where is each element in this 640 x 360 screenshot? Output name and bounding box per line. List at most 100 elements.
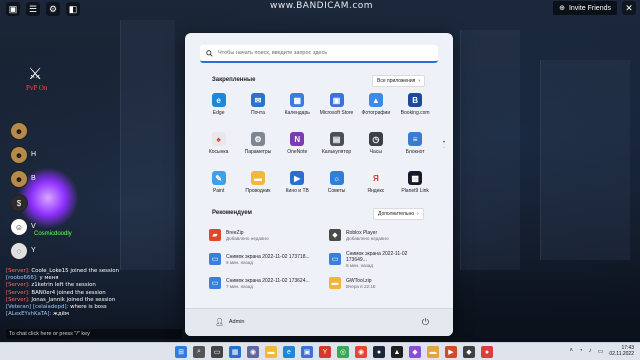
pinned-app[interactable]: ▲ Фотографии xyxy=(356,93,395,126)
chat-message: у меня xyxy=(39,275,59,282)
pinned-app[interactable]: N OneNote xyxy=(278,132,317,165)
pinned-app-label: Календарь xyxy=(284,110,310,116)
chat-line: [roobo666]: у меня xyxy=(6,275,182,282)
all-apps-button[interactable]: Все приложения › xyxy=(372,75,426,87)
vpn-icon[interactable]: ◆ xyxy=(409,346,421,358)
taskbar-apps: ⊞ ⌕ ▭ ▦ ◉ ▬ e ▣ Y ◎ ◉ ● ▲ ◆ ▬ ▶ ◆ ● xyxy=(175,346,493,358)
clock[interactable]: 17:43 02.11.2022 xyxy=(609,345,634,357)
notepad-icon: ≡ xyxy=(408,132,423,146)
chat-log: [Server]: Coole_Loke15 joined the sessio… xyxy=(6,268,182,318)
ability-slot[interactable]: ☻ H xyxy=(10,146,36,164)
ability-key: V xyxy=(31,223,36,230)
player-nametag: Cosmicdoodly xyxy=(34,231,72,237)
epic-icon[interactable]: ▲ xyxy=(391,346,403,358)
pinned-app[interactable]: ◷ Часы xyxy=(356,132,395,165)
start-icon[interactable]: ⊞ xyxy=(175,346,187,358)
media-player-icon[interactable]: ▶ xyxy=(445,346,457,358)
money-icon[interactable]: $ xyxy=(10,194,28,212)
task-view-icon[interactable]: ▭ xyxy=(211,346,223,358)
chrome-icon[interactable]: ◎ xyxy=(337,346,349,358)
ability-slot[interactable]: ☻ xyxy=(10,122,28,140)
recommended-item[interactable]: ▭ Снимок экрана 2022-11-02 173649... 6 мин… xyxy=(329,251,429,268)
menu-icon[interactable]: ◧ xyxy=(66,2,80,16)
user-account-button[interactable]: 👤︎ Admin xyxy=(215,318,244,326)
chat-author: [Server]: xyxy=(6,282,30,289)
roblox-icon: ◆ xyxy=(329,229,341,241)
battery-icon[interactable]: ▭ xyxy=(598,348,604,355)
pinned-app[interactable]: ▬ Проводник xyxy=(238,171,277,204)
search-icon[interactable]: ⌕ xyxy=(193,346,205,358)
chevron-up-icon[interactable]: ˄ xyxy=(570,348,574,354)
system-tray: ˄ ◔ ♪ ▭ 17:43 02.11.2022 xyxy=(570,345,634,357)
wifi-icon[interactable]: ◔ xyxy=(579,348,583,354)
pinned-app-label: Калькулятор xyxy=(321,149,352,155)
recommended-item[interactable]: ▬ GWTool.zip Вчера в 22:18 xyxy=(329,275,429,291)
start-search-input[interactable]: Чтобы начать поиск, введите запрос здесь xyxy=(200,45,438,63)
ability-key: B xyxy=(31,175,36,182)
volume-icon[interactable]: ♪ xyxy=(589,348,592,354)
recommended-item[interactable]: ▭ Снимок экрана 2022-11-02 173624... 7 мин… xyxy=(209,275,329,291)
chevron-right-icon: › xyxy=(417,211,419,217)
recommended-text: Снимок экрана 2022-11-02 173649... 6 мин.… xyxy=(346,251,429,268)
tips-icon: ☼ xyxy=(329,171,344,185)
chat-author: [Server]: xyxy=(6,289,30,296)
roblox-icon[interactable]: ◆ xyxy=(463,346,475,358)
chat-line: [Server]: Coole_Loke15 joined the sessio… xyxy=(6,268,182,275)
store-icon[interactable]: ▣ xyxy=(301,346,313,358)
chat-author: [Veteran] [celaladepd]: xyxy=(6,304,69,311)
steam-icon[interactable]: ● xyxy=(373,346,385,358)
page-indicator[interactable]: • · xyxy=(443,140,445,151)
pvp-status: PvP On xyxy=(26,84,48,92)
search-icon xyxy=(206,49,213,57)
chat-line: [Server]: BAN0er4 joined the session xyxy=(6,290,182,297)
pinned-app[interactable]: ☼ Советы xyxy=(317,171,356,204)
pinned-app[interactable]: e Edge xyxy=(199,93,238,126)
pinned-app[interactable]: ✎ Paint xyxy=(199,171,238,204)
widgets-icon[interactable]: ▦ xyxy=(229,346,241,358)
image-file-icon: ▭ xyxy=(209,253,221,265)
recommended-name: Снимок экрана 2022-11-02 173718... xyxy=(226,253,310,260)
pinned-app[interactable]: Я Яндекс xyxy=(356,171,395,204)
bandicam-icon[interactable]: ● xyxy=(481,346,493,358)
power-icon[interactable]: ⏻ xyxy=(422,317,429,328)
recommended-item[interactable]: ▭ Снимок экрана 2022-11-02 173718... 6 мин… xyxy=(209,251,329,267)
chat-message: Coole_Loke15 joined the session xyxy=(31,268,119,274)
pinned-app[interactable]: ✉ Почта xyxy=(238,93,277,126)
yandex-icon[interactable]: Y xyxy=(319,346,331,358)
close-icon[interactable]: ✕ xyxy=(622,1,636,15)
breezip-icon: ▰ xyxy=(209,229,221,241)
paint-icon: ✎ xyxy=(211,171,226,185)
emote-icon[interactable]: ☺ V xyxy=(10,218,36,236)
roblox-menu-icon[interactable]: ▣ xyxy=(6,2,20,16)
ability-slot[interactable]: ◌ Y xyxy=(10,242,36,260)
folder-icon[interactable]: ▬ xyxy=(427,346,439,358)
pinned-app[interactable]: ▩ Planet9 Link xyxy=(395,171,434,204)
chat-author: [Server]: xyxy=(6,296,30,303)
browser-icon[interactable]: ◉ xyxy=(355,346,367,358)
pinned-app[interactable]: ▣ Microsoft Store xyxy=(317,93,356,126)
settings-icon: ⚙ xyxy=(250,132,265,146)
pinned-app[interactable]: ♠ Косынка xyxy=(199,132,238,165)
chat-icon[interactable]: ◉ xyxy=(247,346,259,358)
pinned-app[interactable]: ▶ Кино и ТВ xyxy=(278,171,317,204)
invite-friends-button[interactable]: ⊕ Invite Friends xyxy=(553,1,617,15)
settings-icon[interactable]: ⚙ xyxy=(46,2,60,16)
ability-slot[interactable]: ☻ B xyxy=(10,170,36,188)
pinned-app[interactable]: B Booking.com xyxy=(395,93,434,126)
more-button[interactable]: Дополнительно › xyxy=(373,208,424,220)
pinned-app[interactable]: ⚙ Параметры xyxy=(238,132,277,165)
clock-date: 02.11.2022 xyxy=(609,351,634,357)
recommended-item[interactable]: ◆ Roblox Player Добавлено недавно xyxy=(329,227,429,243)
pinned-app[interactable]: ≡ Блокнот xyxy=(395,132,434,165)
chat-toggle-icon[interactable]: ☰ xyxy=(26,2,40,16)
recommended-item[interactable]: ▰ BreeZip Добавлено недавно xyxy=(209,227,329,243)
user-plus-icon: ⊕ xyxy=(559,5,565,12)
chat-input[interactable]: To chat click here or press "/" key xyxy=(6,329,182,339)
pinned-app-label: Советы xyxy=(327,188,346,194)
chat-message: Jonas_Jannik joined the session xyxy=(31,296,116,303)
pinned-app[interactable]: ▦ Календарь xyxy=(278,93,317,126)
explorer-icon[interactable]: ▬ xyxy=(265,346,277,358)
pinned-app[interactable]: ▤ Калькулятор xyxy=(317,132,356,165)
pinned-app-label: Microsoft Store xyxy=(319,110,354,116)
edge-icon[interactable]: e xyxy=(283,346,295,358)
